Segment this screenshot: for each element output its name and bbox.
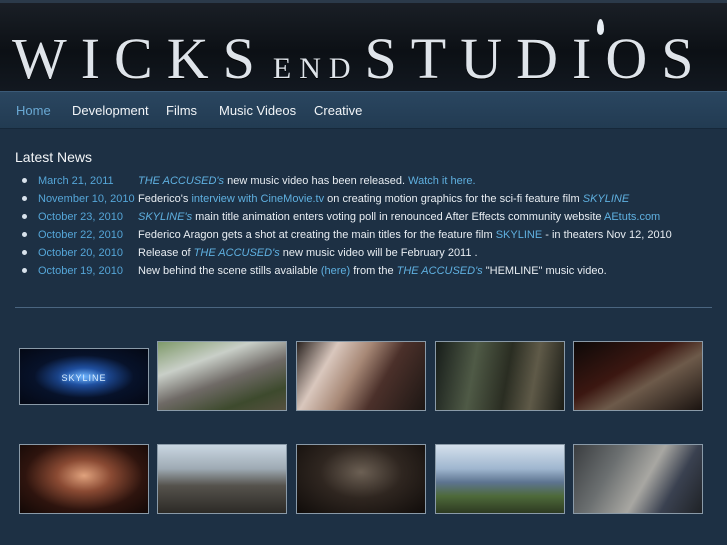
news-link[interactable]: interview with CineMovie.tv [191,193,324,205]
dark-hat-man-thumb[interactable] [296,444,426,514]
woman-portrait-thumb[interactable] [19,444,149,514]
night-driver-thumb[interactable] [573,341,703,411]
news-text: THE ACCUSED's new music video has been r… [138,175,476,187]
news-date: October 23, 2010 [38,211,124,223]
bullet-icon [22,214,27,219]
bullet-icon [22,268,27,273]
palm-street-drive-thumb[interactable] [157,444,287,514]
bullet-icon [22,250,27,255]
news-title-ref: THE ACCUSED's [193,247,280,259]
makeup-session-thumb[interactable] [296,341,426,411]
news-text-segment: Release of [138,247,194,259]
news-text: Federico's interview with CineMovie.tv o… [138,193,629,205]
news-item: November 10, 2010 Federico's interview wi… [0,191,727,209]
news-text-segment: - in theaters Nov 12, 2010 [542,229,672,241]
main-nav: Home Development Films Music Videos Crea… [0,91,727,129]
news-item: October 23, 2010 SKYLINE's main title ani… [0,209,727,227]
news-title-ref: SKYLINE [582,193,630,205]
news-text-segment: New behind the scene stills available [138,265,321,277]
news-text-segment: on creating motion graphics for the sci-… [324,193,583,205]
nav-creative[interactable]: Creative [314,103,362,118]
news-text: Release of THE ACCUSED's new music video… [138,247,478,259]
news-link[interactable]: SKYLINE [496,229,542,241]
site-logo[interactable]: WICKS END STUDIOS [12,25,707,92]
camera-crew-thumb[interactable] [573,444,703,514]
news-item: October 22, 2010 Federico Aragon gets a s… [0,227,727,245]
news-text-segment: "HEMLINE" music video. [482,265,607,277]
news-link[interactable]: Watch it here. [408,175,475,187]
ocean-cliff-couple-thumb[interactable] [435,444,565,514]
news-text: New behind the scene stills available (h… [138,265,607,277]
nav-home[interactable]: Home [16,103,51,118]
news-text-segment: new music video has been released. [224,175,409,187]
skyline-title-thumb[interactable]: SKYLINE [19,348,149,405]
news-link[interactable]: (here) [321,265,350,277]
news-text: SKYLINE's main title animation enters vo… [138,211,660,223]
news-title-ref: SKYLINE's [138,211,193,223]
news-title-ref: THE ACCUSED's [396,265,483,277]
news-date: October 20, 2010 [38,247,124,259]
bullet-icon [22,232,27,237]
nav-development[interactable]: Development [72,103,149,118]
news-date: November 10, 2010 [38,193,135,205]
thumb-caption: SKYLINE [61,373,107,383]
dark-car-scene-thumb[interactable] [435,341,565,411]
logo-word-studios: STUDIOS [364,26,708,91]
site-header: WICKS END STUDIOS [0,0,727,91]
film-crew-outdoor-thumb[interactable] [157,341,287,411]
news-text-segment: Federico Aragon gets a shot at creating … [138,229,496,241]
news-date: October 22, 2010 [38,229,124,241]
latest-news-heading: Latest News [15,149,93,165]
candle-flame-icon [597,19,604,35]
nav-films[interactable]: Films [166,103,197,118]
bullet-icon [22,178,27,183]
logo-word-end: END [272,52,359,85]
nav-music-videos[interactable]: Music Videos [219,103,296,118]
news-title-ref: THE ACCUSED's [138,175,225,187]
news-date: March 21, 2011 [38,175,114,187]
logo-word-wicks: WICKS [12,26,269,91]
news-text-segment: Federico's [138,193,192,205]
news-link[interactable]: AEtuts.com [604,211,660,223]
news-text-segment: new music video will be February 2011 . [279,247,478,259]
news-text: Federico Aragon gets a shot at creating … [138,229,672,241]
news-item: October 19, 2010 New behind the scene sti… [0,263,727,281]
news-item: March 21, 2011 THE ACCUSED's new music vi… [0,173,727,191]
news-item: October 20, 2010 Release of THE ACCUSED's… [0,245,727,263]
news-text-segment: from the [350,265,397,277]
news-date: October 19, 2010 [38,265,124,277]
section-divider [15,307,712,308]
news-text-segment: main title animation enters voting poll … [192,211,604,223]
bullet-icon [22,196,27,201]
